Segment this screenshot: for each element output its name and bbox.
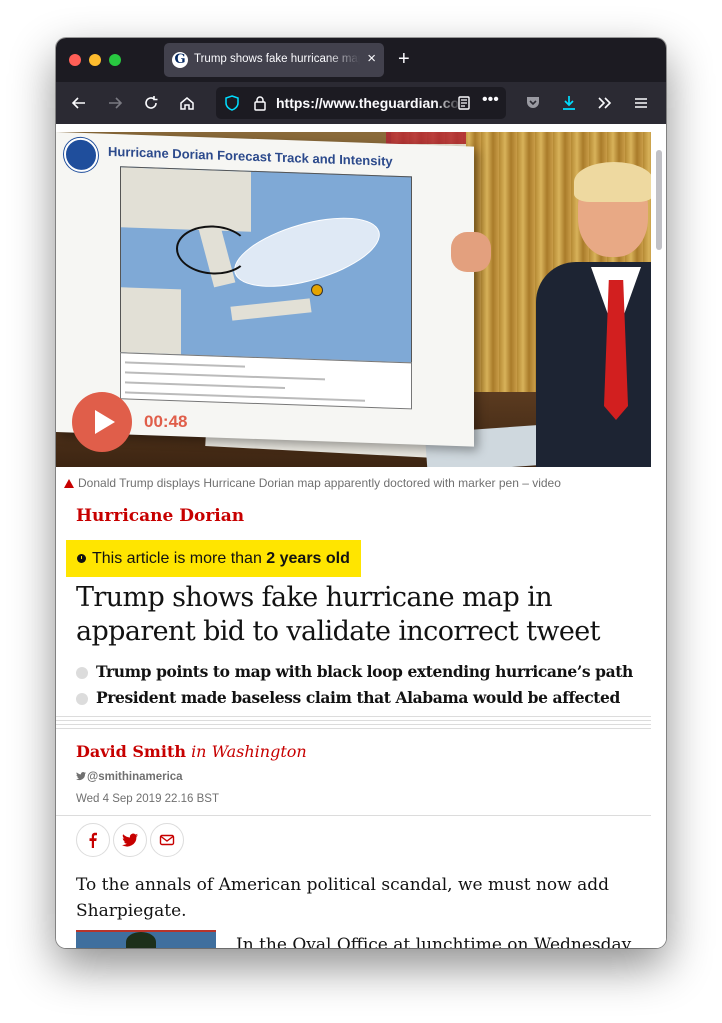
more-icon[interactable]: ••• bbox=[482, 91, 499, 109]
guardian-g-icon: G bbox=[172, 52, 188, 68]
inline-image[interactable] bbox=[76, 930, 216, 948]
scrollbar[interactable] bbox=[652, 124, 666, 948]
divider bbox=[56, 724, 651, 725]
reload-button[interactable] bbox=[138, 90, 164, 116]
forward-icon bbox=[109, 97, 123, 109]
reload-icon bbox=[145, 96, 158, 109]
share-facebook-button[interactable] bbox=[76, 823, 110, 857]
presenter-figure bbox=[536, 152, 651, 467]
bullet-icon bbox=[76, 693, 88, 705]
divider bbox=[56, 815, 651, 816]
close-window-button[interactable] bbox=[69, 54, 81, 66]
twitter-bird-icon bbox=[76, 771, 86, 781]
back-button[interactable] bbox=[66, 90, 92, 116]
home-icon bbox=[180, 97, 194, 110]
divider bbox=[56, 720, 651, 721]
play-button[interactable] bbox=[72, 392, 132, 452]
back-icon bbox=[71, 97, 85, 109]
url-text[interactable]: https://www.theguardian.com bbox=[276, 95, 462, 111]
list-item: President made baseless claim that Alaba… bbox=[76, 686, 651, 712]
browser-window: G Trump shows fake hurricane map × + htt… bbox=[56, 38, 666, 948]
twitter-handle[interactable]: @smithinamerica bbox=[76, 771, 183, 783]
video-duration: 00:48 bbox=[144, 412, 188, 431]
triangle-icon bbox=[64, 479, 74, 488]
noaa-logo bbox=[64, 137, 98, 173]
author-link[interactable]: David Smith bbox=[76, 742, 186, 761]
new-tab-button[interactable]: + bbox=[398, 48, 410, 70]
article-paragraph: In the Oval Office at lunchtime on Wedne… bbox=[236, 935, 635, 948]
standfirst: Trump points to map with black loop exte… bbox=[76, 660, 651, 712]
map-legend bbox=[120, 352, 412, 410]
marker-loop bbox=[176, 224, 250, 276]
home-button[interactable] bbox=[174, 90, 200, 116]
article-headline: Trump shows fake hurricane map in appare… bbox=[76, 582, 600, 647]
forward-button[interactable] bbox=[102, 90, 128, 116]
twitter-icon bbox=[122, 833, 138, 847]
bullet-icon bbox=[76, 667, 88, 679]
forecast-map bbox=[120, 166, 412, 364]
close-tab-icon[interactable]: × bbox=[367, 50, 376, 68]
overflow-icon bbox=[598, 97, 612, 109]
downloads-button[interactable] bbox=[556, 90, 582, 116]
pocket-icon bbox=[527, 97, 539, 108]
menu-icon bbox=[635, 98, 647, 108]
overflow-button[interactable] bbox=[592, 90, 618, 116]
shield-icon[interactable] bbox=[224, 95, 240, 111]
publish-date: Wed 4 Sep 2019 22.16 BST bbox=[76, 793, 219, 805]
byline-location: in Washington bbox=[191, 742, 307, 761]
map-title: Hurricane Dorian Forecast Track and Inte… bbox=[108, 143, 393, 169]
facebook-icon bbox=[89, 832, 97, 848]
page-content: Hurricane Dorian Forecast Track and Inte… bbox=[56, 124, 666, 948]
scrollbar-thumb[interactable] bbox=[656, 150, 662, 250]
tab-title: Trump shows fake hurricane map bbox=[194, 53, 360, 65]
storm-marker bbox=[311, 283, 323, 297]
tab-active[interactable]: G Trump shows fake hurricane map × bbox=[164, 43, 384, 77]
byline: David Smith in Washington bbox=[76, 742, 307, 761]
section-kicker[interactable]: Hurricane Dorian bbox=[76, 506, 244, 526]
divider bbox=[56, 728, 651, 729]
lock-icon[interactable] bbox=[252, 95, 268, 111]
downloads-icon bbox=[563, 96, 575, 110]
article-age-badge: This article is more than 2 years old bbox=[66, 540, 361, 577]
media-caption: Donald Trump displays Hurricane Dorian m… bbox=[64, 476, 644, 490]
menu-button[interactable] bbox=[628, 90, 654, 116]
share-email-button[interactable] bbox=[150, 823, 184, 857]
pocket-button[interactable] bbox=[520, 90, 546, 116]
clock-icon bbox=[77, 554, 86, 563]
reader-view-icon[interactable] bbox=[456, 95, 472, 111]
url-bar[interactable]: https://www.theguardian.com ••• bbox=[216, 87, 506, 119]
share-twitter-button[interactable] bbox=[113, 823, 147, 857]
article-paragraph: To the annals of American political scan… bbox=[76, 875, 610, 921]
navigation-toolbar: https://www.theguardian.com ••• bbox=[56, 82, 666, 124]
list-item: Trump points to map with black loop exte… bbox=[76, 660, 651, 686]
minimize-window-button[interactable] bbox=[89, 54, 101, 66]
divider bbox=[56, 716, 651, 717]
tab-bar: G Trump shows fake hurricane map × + bbox=[56, 38, 666, 82]
video-player[interactable]: Hurricane Dorian Forecast Track and Inte… bbox=[56, 132, 651, 467]
email-icon bbox=[159, 834, 175, 846]
zoom-window-button[interactable] bbox=[109, 54, 121, 66]
